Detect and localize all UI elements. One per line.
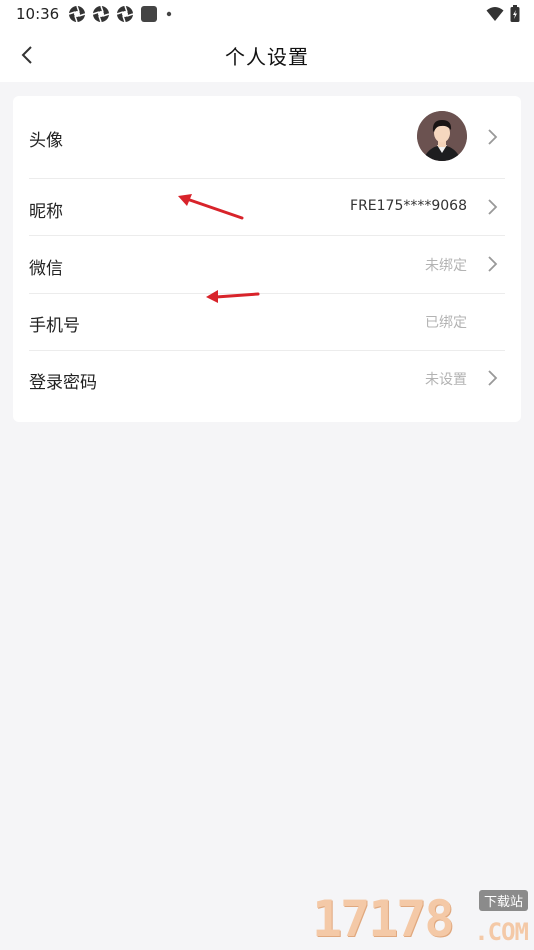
aperture-icon — [92, 5, 110, 23]
row-label-password: 登录密码 — [29, 373, 97, 393]
status-time: 10:36 — [16, 5, 60, 23]
row-value-nickname: FRE175****9068 — [350, 198, 467, 214]
avatar — [417, 111, 467, 161]
page-title: 个人设置 — [225, 45, 309, 69]
row-label-avatar: 头像 — [29, 131, 63, 151]
settings-row-wechat[interactable]: 微信 未绑定 — [29, 236, 505, 294]
top-nav-bar: 个人设置 — [0, 28, 534, 82]
settings-row-avatar[interactable]: 头像 — [29, 96, 505, 179]
settings-row-phone[interactable]: 手机号 已绑定 — [29, 293, 505, 351]
aperture-icon — [116, 5, 134, 23]
status-notification-icons — [68, 5, 174, 23]
status-bar: 10:36 — [0, 0, 534, 28]
row-label-phone: 手机号 — [29, 316, 80, 336]
row-label-wechat: 微信 — [29, 259, 63, 279]
dot-icon — [166, 11, 172, 17]
battery-charging-icon — [510, 5, 520, 22]
watermark-domain: .COM — [474, 918, 529, 946]
chevron-right-icon — [488, 129, 498, 145]
watermark-digits: 17178 — [312, 890, 455, 948]
wifi-icon — [486, 7, 504, 21]
row-value-wechat: 未绑定 — [425, 258, 467, 274]
watermark-logo: 17178 下载站 .COM — [306, 888, 532, 948]
aperture-icon — [68, 5, 86, 23]
chevron-right-icon — [488, 370, 498, 386]
watermark-tag: 下载站 — [478, 890, 528, 911]
settings-row-password[interactable]: 登录密码 未设置 — [29, 350, 505, 407]
settings-row-nickname[interactable]: 昵称 FRE175****9068 — [29, 178, 505, 236]
square-app-icon — [141, 6, 157, 22]
row-value-password: 未设置 — [425, 372, 467, 388]
chevron-right-icon — [488, 256, 498, 272]
row-value-phone: 已绑定 — [425, 315, 467, 331]
status-system-icons — [486, 5, 520, 23]
chevron-right-icon — [488, 199, 498, 215]
settings-card: 头像 昵称 FRE175****9068 微信 未绑定 手机号 已绑定 登录密码… — [13, 96, 521, 422]
row-label-nickname: 昵称 — [29, 202, 63, 222]
